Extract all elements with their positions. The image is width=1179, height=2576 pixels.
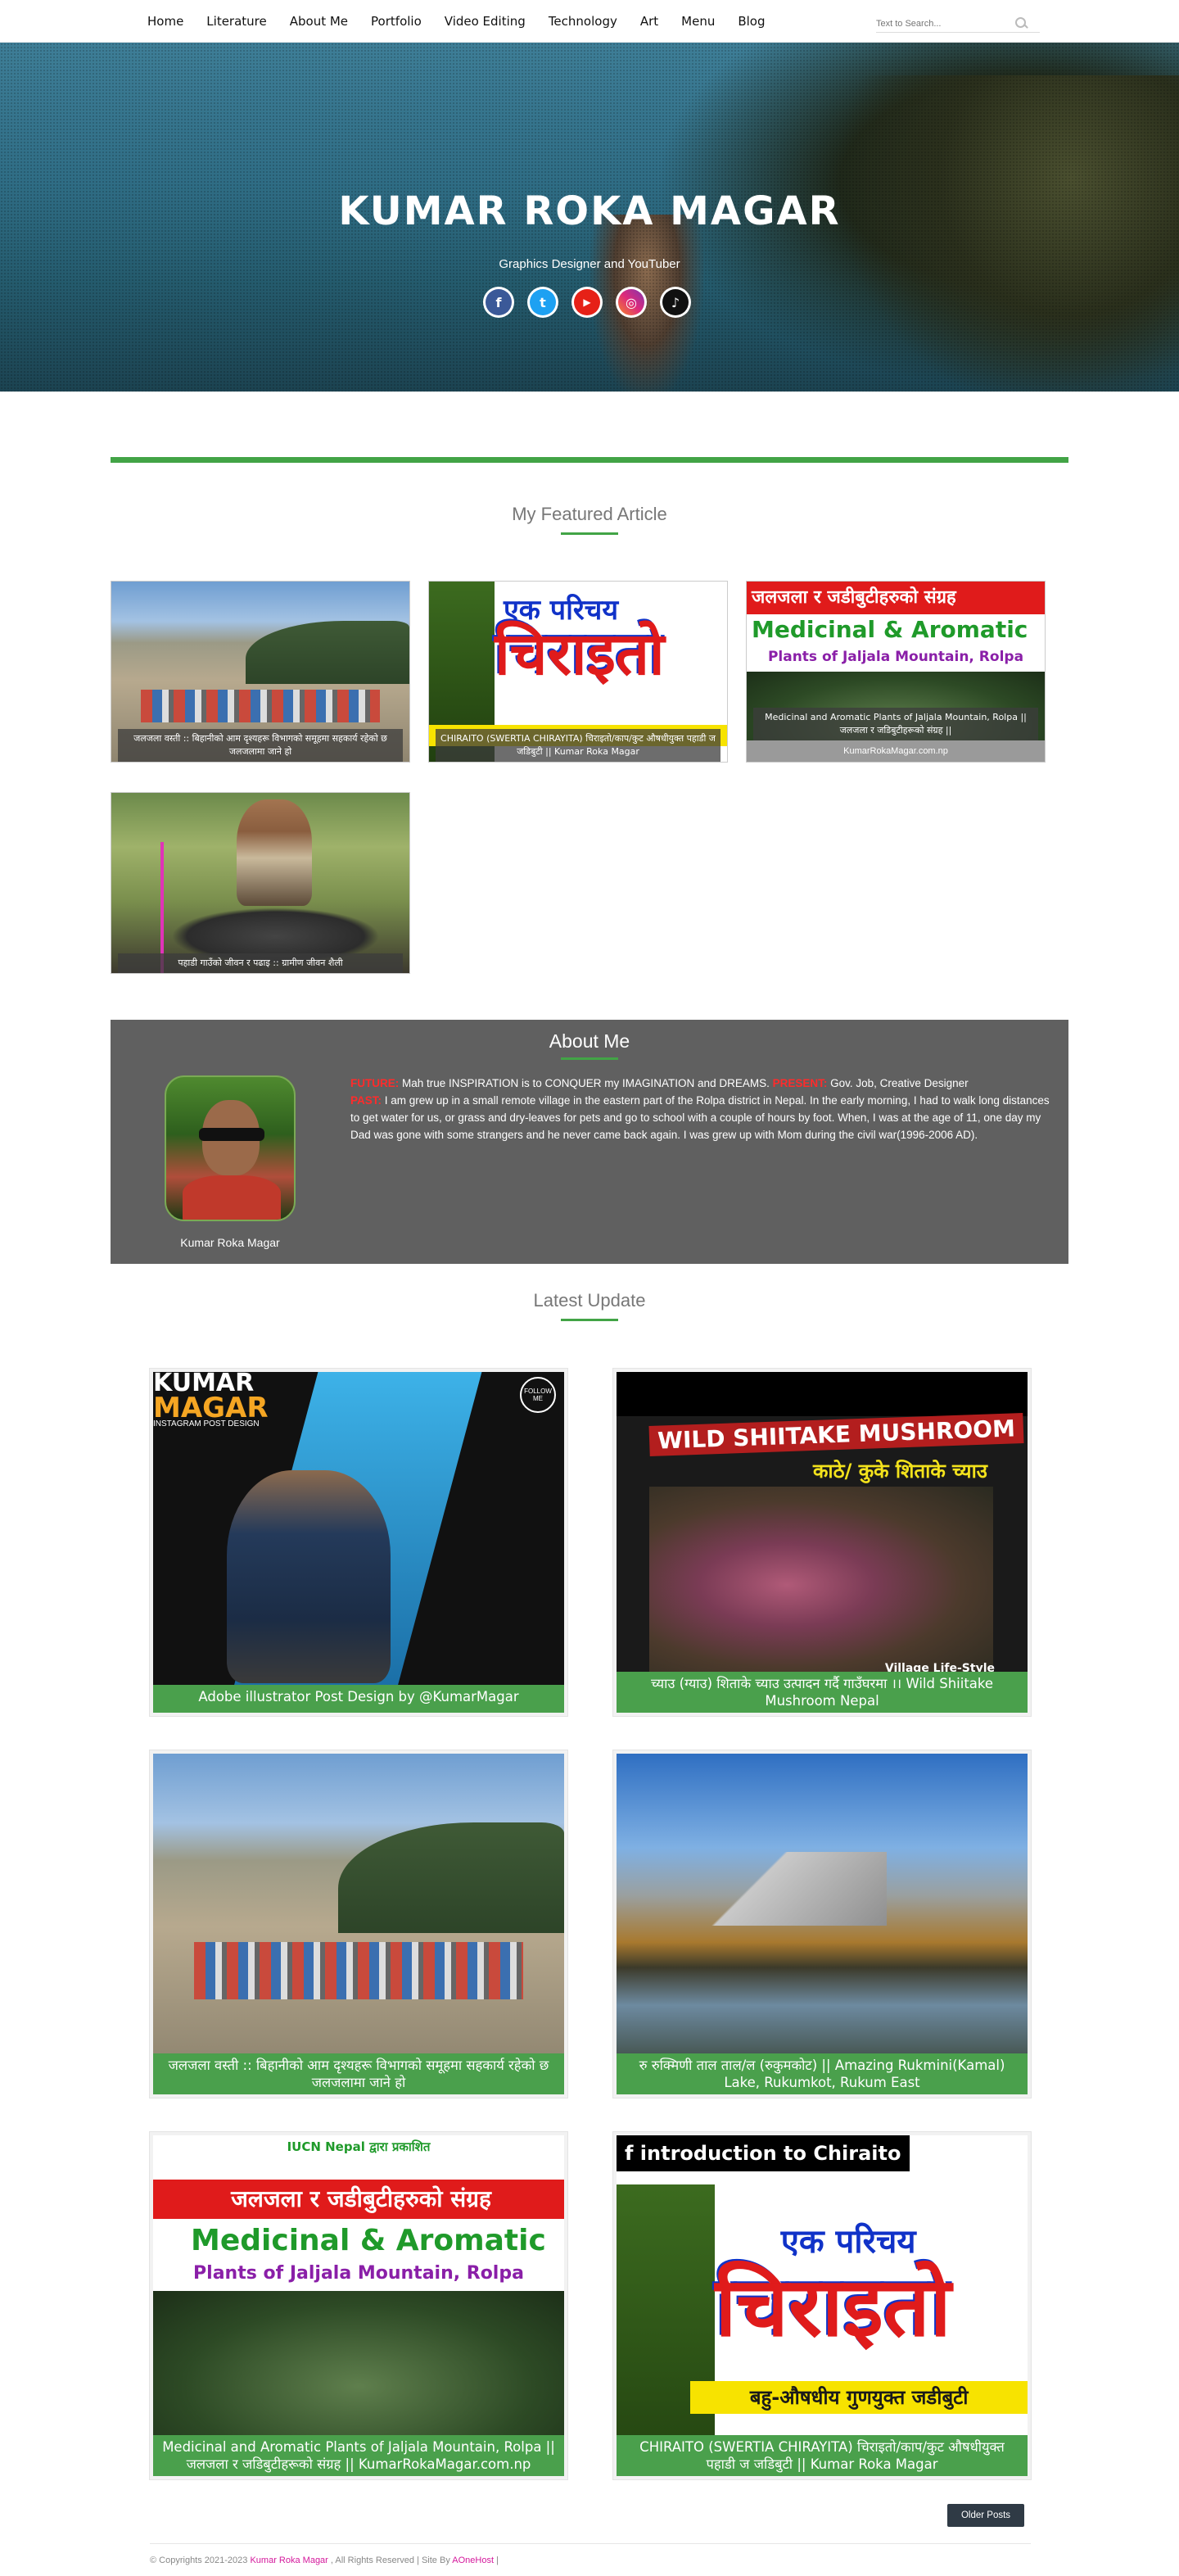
post-card[interactable]: f introduction to Chiraito एक परिचय चिरा… [613, 2132, 1031, 2479]
post-caption: Adobe illustrator Post Design by @KumarM… [153, 1685, 564, 1713]
post-sub-text: INSTAGRAM POST DESIGN [153, 1419, 260, 1428]
nav-menu-item[interactable]: Menu [681, 14, 715, 29]
post-card[interactable]: रु रुक्मिणी ताल ताल/ल (रुकुमकोट) || Amaz… [613, 1750, 1031, 2098]
present-label: PRESENT: [772, 1077, 828, 1089]
search-icon[interactable] [1014, 16, 1028, 31]
footer-suffix: | [494, 2556, 499, 2565]
footer-middle: , All Rights Reserved | Site By [328, 2556, 453, 2565]
chiraito-intro-text: एक परिचय [780, 2223, 916, 2261]
about-bio: FUTURE: Mah true INSPIRATION is to CONQU… [350, 1075, 1055, 1143]
shiitake-headline: WILD SHIITAKE MUSHROOM [648, 1413, 1024, 1456]
post-image: f introduction to Chiraito एक परिचय चिरा… [617, 2135, 1028, 2476]
nav-portfolio[interactable]: Portfolio [371, 14, 422, 29]
nav-menu: Home Literature About Me Portfolio Video… [147, 0, 788, 43]
twitter-icon[interactable]: t [527, 287, 558, 318]
medicinal-subheading: Plants of Jaljala Mountain, Rolpa [193, 2263, 524, 2284]
post-card[interactable]: WILD SHIITAKE MUSHROOM काठे/ कुके शिताके… [613, 1369, 1031, 1716]
featured-card-chiraito[interactable]: एक परिचय चिराइतो CHIRAITO (SWERTIA CHIRA… [428, 581, 728, 763]
post-caption: रु रुक्मिणी ताल ताल/ल (रुकुमकोट) || Amaz… [617, 2053, 1028, 2094]
past-text: I am grew up in a small remote village i… [350, 1094, 1050, 1141]
post-caption: जलजला वस्ती :: बिहानीको आम दृश्यहरू विभा… [153, 2053, 564, 2094]
featured-grid: जलजला वस्ती :: बिहानीको आम दृश्यहरू विभा… [111, 581, 1068, 974]
search-input[interactable] [876, 18, 1007, 29]
chiraito-intro-banner: f introduction to Chiraito [617, 2135, 910, 2171]
latest-section-title: Latest Update [533, 1290, 646, 1311]
green-divider [111, 457, 1068, 463]
nav-blog[interactable]: Blog [738, 14, 765, 29]
nav-video-editing[interactable]: Video Editing [445, 14, 526, 29]
about-title: About Me [549, 1030, 630, 1052]
post-caption: च्याउ (ग्याउ) शिताके च्याउ उत्पादन गर्दै… [617, 1672, 1028, 1713]
post-caption: CHIRAITO (SWERTIA CHIRAYITA) चिराइतो/काप… [617, 2435, 1028, 2476]
top-navigation: Home Literature About Me Portfolio Video… [0, 0, 1179, 43]
tiktok-icon[interactable]: ♪ [660, 287, 691, 318]
featured-caption: CHIRAITO (SWERTIA CHIRAYITA) चिराइतो/काप… [436, 729, 720, 762]
post-card[interactable]: IUCN Nepal द्वारा प्रकाशित जलजला र जडीबु… [150, 2132, 567, 2479]
future-text: Mah true INSPIRATION is to CONQUER my IM… [399, 1077, 773, 1089]
nav-literature[interactable]: Literature [206, 14, 266, 29]
about-section: About Me Kumar Roka Magar FUTURE: Mah tr… [111, 1020, 1068, 1264]
nav-art[interactable]: Art [640, 14, 658, 29]
featured-caption: जलजला वस्ती :: बिहानीको आम दृश्यहरू विभा… [118, 729, 403, 762]
site-title: KUMAR ROKA MAGAR [338, 188, 841, 234]
medicinal-url: KumarRokaMagar.com.np [747, 740, 1045, 762]
chiraito-bottom-text: बहु-औषधीय गुणयुक्त जडीबुटी [690, 2381, 1028, 2414]
search-box [876, 15, 1040, 33]
hero-banner: KUMAR ROKA MAGAR Graphics Designer and Y… [0, 43, 1179, 392]
featured-caption: Medicinal and Aromatic Plants of Jaljala… [753, 708, 1038, 740]
future-label: FUTURE: [350, 1077, 400, 1089]
footer-owner-link[interactable]: Kumar Roka Magar [250, 2556, 328, 2565]
footer-copyright: © Copyrights 2021-2023 [150, 2556, 251, 2565]
post-image [617, 1754, 1028, 2068]
featured-card-reading[interactable]: पहाडी गाउँको जीवन र पढाइ :: ग्रामीण जीवन… [111, 792, 410, 974]
featured-caption: पहाडी गाउँको जीवन र पढाइ :: ग्रामीण जीवन… [118, 953, 403, 973]
featured-card-meadow[interactable]: जलजला वस्ती :: बिहानीको आम दृश्यहरू विभा… [111, 581, 410, 763]
latest-grid: KUMAR MAGAR INSTAGRAM POST DESIGN FOLLOW… [111, 1369, 1068, 2479]
post-image: KUMAR MAGAR INSTAGRAM POST DESIGN FOLLOW… [153, 1372, 564, 1686]
site-tagline: Graphics Designer and YouTuber [499, 257, 680, 271]
featured-section-title: My Featured Article [512, 504, 667, 524]
shiitake-sub: काठे/ कुके शिताके च्याउ [813, 1460, 987, 1483]
avatar [165, 1075, 296, 1221]
medicinal-heading: Medicinal & Aromatic [191, 2224, 546, 2257]
post-card[interactable]: KUMAR MAGAR INSTAGRAM POST DESIGN FOLLOW… [150, 1369, 567, 1716]
medicinal-heading: Medicinal & Aromatic [752, 616, 1028, 643]
post-image: IUCN Nepal द्वारा प्रकाशित जलजला र जडीबु… [153, 2135, 564, 2450]
instagram-icon[interactable]: ◎ [616, 287, 647, 318]
title-underline [561, 1319, 618, 1321]
title-underline [561, 532, 618, 535]
post-card[interactable]: जलजला वस्ती :: बिहानीको आम दृश्यहरू विभा… [150, 1750, 567, 2098]
medicinal-banner: जलजला र जडीबुटीहरुको संग्रह [153, 2180, 564, 2219]
footer: © Copyrights 2021-2023 Kumar Roka Magar … [150, 2543, 1031, 2576]
medicinal-subheading: Plants of Jaljala Mountain, Rolpa [767, 649, 1024, 665]
reading-image [111, 793, 409, 973]
present-text: Gov. Job, Creative Designer [827, 1077, 969, 1089]
youtube-icon[interactable]: ▶ [571, 287, 603, 318]
title-underline [561, 1057, 618, 1060]
follow-badge: FOLLOW ME [520, 1377, 556, 1413]
nav-technology[interactable]: Technology [549, 14, 617, 29]
about-name: Kumar Roka Magar [180, 1236, 280, 1249]
post-caption: Medicinal and Aromatic Plants of Jaljala… [153, 2435, 564, 2476]
nav-about-me[interactable]: About Me [290, 14, 348, 29]
post-image [153, 1754, 564, 2068]
chiraito-big-text: चिराइतो [715, 2259, 951, 2355]
featured-card-medicinal[interactable]: जलजला र जडीबुटीहरुको संग्रह Medicinal & … [746, 581, 1046, 763]
main-content: My Featured Article जलजला वस्ती :: बिहान… [111, 457, 1068, 2576]
post-image: WILD SHIITAKE MUSHROOM काठे/ कुके शिताके… [617, 1372, 1028, 1686]
facebook-icon[interactable]: f [483, 287, 514, 318]
older-posts-button[interactable]: Older Posts [947, 2504, 1024, 2527]
nav-home[interactable]: Home [147, 14, 183, 29]
past-label: PAST: [350, 1094, 382, 1107]
footer-site-link[interactable]: AOneHost [452, 2556, 494, 2565]
social-links: f t ▶ ◎ ♪ [483, 287, 691, 318]
iucn-text: IUCN Nepal द्वारा प्रकाशित [287, 2139, 431, 2154]
medicinal-banner: जलजला र जडीबुटीहरुको संग्रह [747, 582, 1045, 614]
chiraito-big-text: चिराइतो [495, 619, 665, 688]
